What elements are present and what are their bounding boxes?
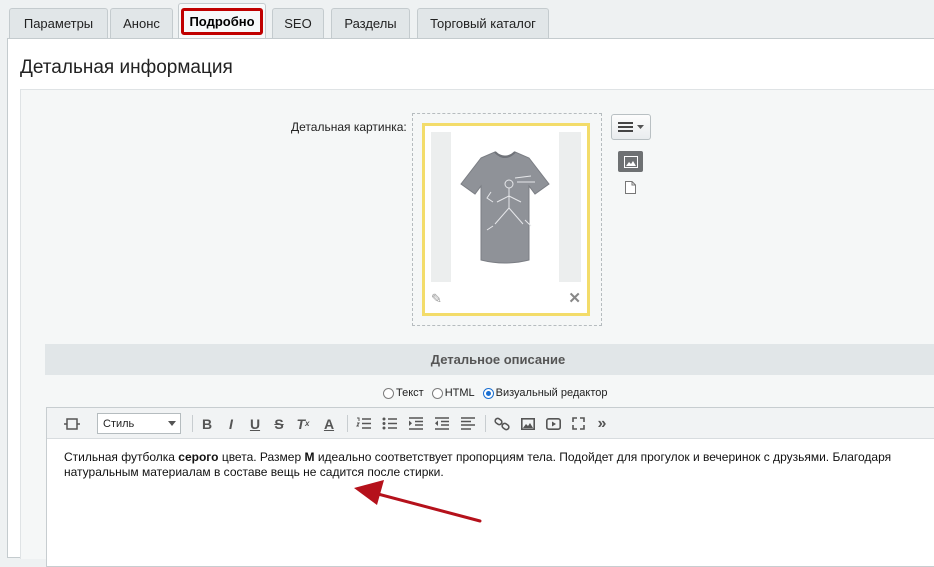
link-icon[interactable] (493, 414, 511, 433)
tab-label: Торговый каталог (430, 16, 536, 31)
close-icon[interactable]: ✕ (568, 289, 581, 307)
image-preview[interactable] (431, 132, 581, 282)
content-text: Стильная футболка (64, 450, 179, 464)
ordered-list-icon[interactable] (355, 414, 373, 433)
toolbar-divider (485, 415, 486, 432)
tab-details[interactable]: Подробно (178, 3, 266, 39)
detail-picture-label: Детальная картинка: (291, 120, 407, 134)
toolbar-divider (347, 415, 348, 432)
content-bold: серого (178, 450, 219, 464)
bold-icon[interactable]: B (199, 414, 215, 433)
visual-editor: Стиль B I U S Tx A » Стильная футболка с… (46, 407, 934, 567)
details-panel: Детальная информация Детальная картинка: (7, 38, 934, 567)
tab-trade-catalog[interactable]: Торговый каталог (417, 8, 549, 38)
style-select-value: Стиль (103, 417, 135, 430)
image-actions: ✎ ✕ (425, 287, 587, 313)
mode-text-radio[interactable]: Текст (383, 387, 424, 399)
image-menu-button[interactable] (611, 114, 651, 140)
tshirt-image (460, 151, 550, 264)
radio-selected-icon (482, 387, 494, 399)
tab-sections[interactable]: Разделы (331, 8, 410, 38)
font-color-icon[interactable]: A (321, 414, 337, 433)
editor-mode-switch: Текст HTML Визуальный редактор (383, 387, 608, 399)
align-left-icon[interactable] (459, 414, 477, 433)
radio-label: Визуальный редактор (495, 387, 608, 399)
outdent-icon[interactable] (433, 414, 451, 433)
editor-content[interactable]: Стильная футболка серого цвета. Размер М… (64, 450, 934, 480)
image-mode-button[interactable] (618, 151, 643, 172)
editor-toolbar: Стиль B I U S Tx A » (47, 408, 934, 439)
tab-label: Параметры (23, 16, 94, 31)
underline-icon[interactable]: U (247, 414, 263, 433)
details-form: Детальная картинка: ✎ ✕ Детальное описан… (20, 89, 934, 567)
insert-video-icon[interactable] (544, 414, 562, 433)
toolbar-divider (192, 415, 193, 432)
tab-label: Подробно (181, 8, 263, 35)
tab-bar: Параметры Анонс Подробно SEO Разделы Тор… (0, 0, 934, 40)
bullet-list-icon[interactable] (381, 414, 399, 433)
mode-visual-radio[interactable]: Визуальный редактор (482, 387, 608, 399)
tab-label: Разделы (344, 16, 397, 31)
image-drop-zone[interactable]: ✎ ✕ (412, 113, 602, 326)
chevron-down-icon (637, 124, 644, 129)
chevron-down-icon (168, 421, 176, 426)
description-header: Детальное описание (45, 344, 934, 375)
page-title: Детальная информация (20, 57, 233, 78)
radio-icon (383, 387, 394, 399)
image-preview-frame: ✎ ✕ (422, 123, 590, 316)
tab-label: SEO (284, 16, 312, 31)
content-text: цвета. Размер (218, 450, 305, 464)
tshirt-photo (451, 132, 559, 282)
image-icon (623, 155, 638, 168)
indent-icon[interactable] (407, 414, 425, 433)
expand-icon[interactable] (569, 414, 587, 433)
file-mode-button[interactable] (625, 181, 636, 197)
strikethrough-icon[interactable]: S (271, 414, 287, 433)
more-icon[interactable]: » (593, 414, 611, 433)
hamburger-icon (618, 122, 633, 132)
italic-icon[interactable]: I (223, 414, 239, 433)
style-select[interactable]: Стиль (97, 413, 181, 434)
radio-label: Текст (396, 387, 424, 399)
insert-image-icon[interactable] (519, 414, 537, 433)
radio-icon (431, 387, 443, 399)
tab-label: Анонс (123, 16, 160, 31)
fullscreen-icon[interactable] (61, 414, 83, 433)
tab-parameters[interactable]: Параметры (9, 8, 108, 38)
file-icon (625, 181, 636, 194)
radio-label: HTML (444, 387, 475, 399)
mode-html-radio[interactable]: HTML (431, 387, 475, 399)
content-bold: М (304, 450, 315, 464)
pencil-icon[interactable]: ✎ (431, 291, 442, 307)
tab-announcement[interactable]: Анонс (110, 8, 173, 38)
clear-format-icon[interactable]: Tx (295, 414, 311, 433)
tab-seo[interactable]: SEO (272, 8, 324, 38)
